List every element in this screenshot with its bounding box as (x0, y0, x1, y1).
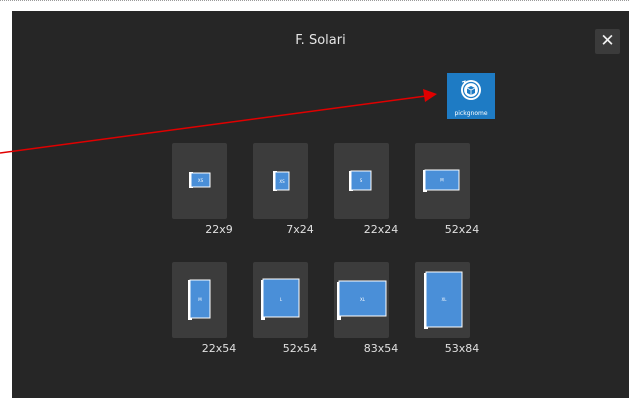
size-tile-22x9[interactable]: XS (172, 143, 227, 219)
size-badge: M (440, 178, 444, 183)
size-tile-52x54[interactable]: L (253, 262, 308, 338)
size-picker-dialog: F. Solari ✕ pickgnome XS 22x9 XS 7x24 S … (12, 11, 629, 398)
size-badge: XS (198, 178, 204, 183)
size-badge: M (198, 297, 202, 302)
dotted-border (0, 0, 629, 1)
size-badge: S (360, 178, 363, 183)
size-tile-22x54[interactable]: M (172, 262, 227, 338)
book-icon-l: L (261, 278, 300, 320)
size-label-22x24: 22x24 (363, 223, 399, 236)
size-tile-83x54[interactable]: XL (334, 262, 389, 338)
book-icon-xs: XS (273, 171, 290, 191)
book-icon-m: M (423, 169, 460, 192)
book-icon-s: S (349, 170, 372, 191)
size-label-22x54: 22x54 (201, 342, 237, 355)
size-tile-22x24[interactable]: S (334, 143, 389, 219)
size-tile-7x24[interactable]: XS (253, 143, 308, 219)
pickgnome-label: pickgnome (454, 110, 488, 117)
book-icon-xl: XL (424, 271, 463, 329)
size-label-53x84: 53x84 (444, 342, 480, 355)
book-icon-xl: XL (337, 280, 387, 320)
dialog-title: F. Solari (295, 33, 346, 48)
size-badge: XS (279, 179, 285, 184)
size-label-7x24: 7x24 (286, 223, 314, 236)
size-label-22x9: 22x9 (205, 223, 233, 236)
close-button[interactable]: ✕ (595, 29, 620, 54)
pickgnome-box-icon (461, 80, 481, 100)
size-badge: XL (360, 297, 366, 302)
size-tile-53x84[interactable]: XL (415, 262, 470, 338)
size-badge: XL (442, 297, 448, 302)
book-icon-xs: XS (189, 172, 211, 188)
book-icon-m: M (188, 279, 211, 320)
size-tile-52x24[interactable]: M (415, 143, 470, 219)
size-label-52x54: 52x54 (282, 342, 318, 355)
size-label-52x24: 52x24 (444, 223, 480, 236)
pickgnome-logo[interactable]: pickgnome (447, 73, 495, 119)
size-label-83x54: 83x54 (363, 342, 399, 355)
